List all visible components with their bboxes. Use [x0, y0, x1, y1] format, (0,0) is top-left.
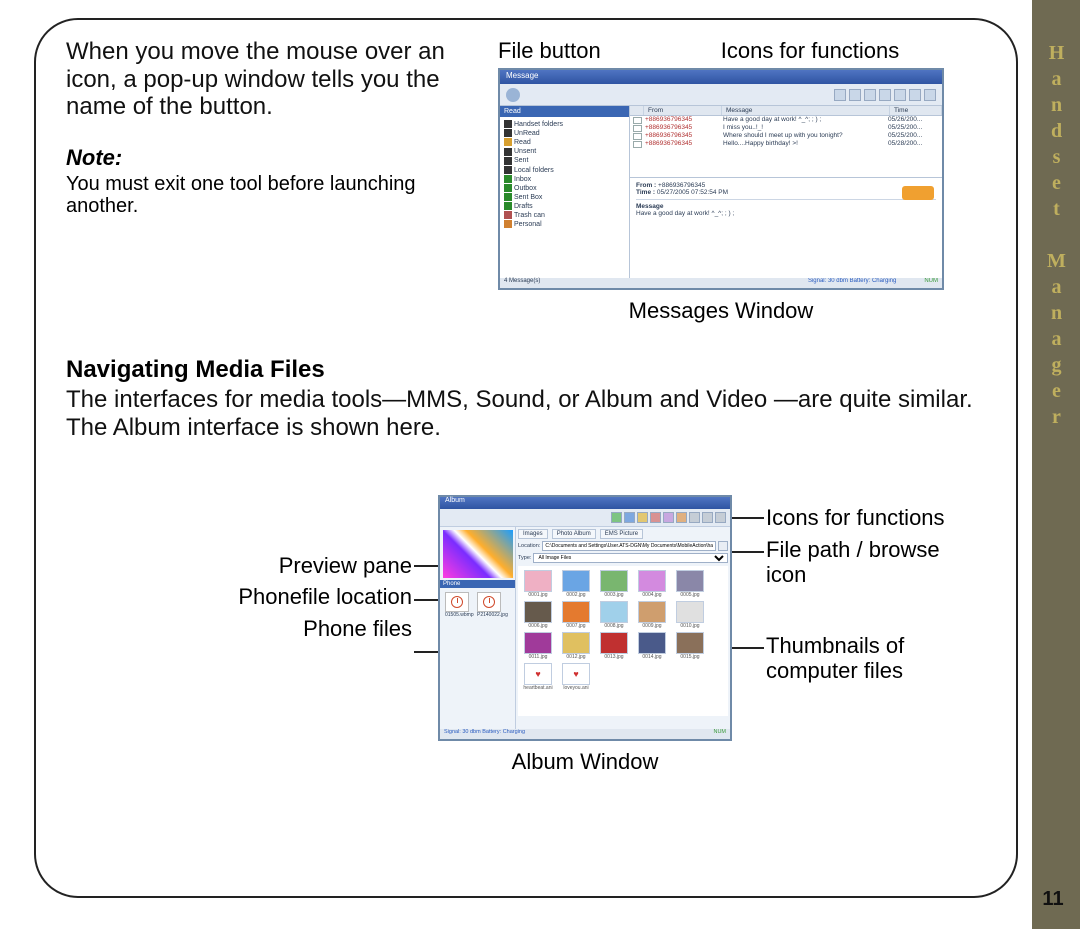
function-icon[interactable]	[879, 89, 891, 101]
msg-toolbar	[500, 84, 942, 106]
callout-file-button: File button	[498, 38, 601, 64]
reply-button[interactable]	[902, 186, 934, 200]
thumbnail[interactable]: 0014.jpg	[636, 632, 668, 660]
function-icon[interactable]	[924, 89, 936, 101]
msg-status-bar: 4 Message(s) Signal: 30 dbm Battery: Cha…	[500, 278, 942, 288]
tree-item[interactable]: Sent	[504, 156, 625, 165]
location-label: Location:	[518, 543, 540, 549]
file-button-icon[interactable]	[506, 88, 520, 102]
thumbnail[interactable]: 0002.jpg	[560, 570, 592, 598]
callout-phonefile-location: Phonefile location	[182, 584, 412, 609]
section-body: The interfaces for media tools—MMS, Soun…	[66, 386, 986, 441]
callout-icons-functions: Icons for functions	[721, 38, 900, 64]
type-label: Type:	[518, 555, 531, 561]
function-icon[interactable]	[894, 89, 906, 101]
side-title: Handset Manager	[1045, 42, 1068, 432]
function-icon[interactable]	[834, 89, 846, 101]
thumbnail[interactable]: 0008.jpg	[598, 601, 630, 629]
intro-text: When you move the mouse over an icon, a …	[66, 38, 476, 121]
note-heading: Note:	[66, 145, 476, 171]
callout-icons-functions-2: Icons for functions	[766, 505, 986, 530]
thumbnail[interactable]: 0010.jpg	[674, 601, 706, 629]
tab-images[interactable]: Images	[518, 529, 548, 539]
message-preview: From : +886936796345 Time : 05/27/2005 0…	[630, 178, 942, 278]
phone-file-thumb[interactable]: P2140022.jpg	[477, 592, 505, 618]
album-window: Album Phone 01505.wbmpP2140022.jpg	[438, 495, 732, 741]
type-select[interactable]: All Image Files	[533, 553, 728, 563]
tree-item[interactable]: Personal	[504, 220, 625, 229]
message-row[interactable]: +886936796345Have a good day at work! ^_…	[630, 116, 942, 124]
message-row[interactable]: +886936796345Where should I meet up with…	[630, 132, 942, 140]
thumbnail[interactable]: ♥loveyou.ani	[560, 663, 592, 691]
page-frame: When you move the mouse over an icon, a …	[34, 18, 1018, 898]
callout-thumbnails: Thumbnails of computer files	[766, 633, 986, 684]
tree-item[interactable]: Trash can	[504, 211, 625, 220]
thumbnail[interactable]: 0001.jpg	[522, 570, 554, 598]
thumbnail[interactable]: 0013.jpg	[598, 632, 630, 660]
message-list[interactable]: +886936796345Have a good day at work! ^_…	[630, 116, 942, 178]
callout-phone-files: Phone files	[182, 616, 412, 641]
tree-item[interactable]: Outbox	[504, 184, 625, 193]
function-icon[interactable]	[702, 512, 713, 523]
tree-item[interactable]: Local folders	[504, 166, 625, 175]
tree-item[interactable]: Unsent	[504, 147, 625, 156]
tab-ems-picture[interactable]: EMS Picture	[600, 529, 643, 539]
album-toolbar	[440, 509, 730, 527]
function-icon[interactable]	[637, 512, 648, 523]
album-area: Preview pane Phonefile location Phone fi…	[66, 477, 986, 797]
album-side-pane: Phone 01505.wbmpP2140022.jpg	[440, 527, 516, 729]
msg-titlebar: Message	[500, 70, 942, 84]
browse-icon[interactable]	[718, 541, 728, 551]
page-number: 11	[1032, 888, 1074, 911]
function-icon[interactable]	[663, 512, 674, 523]
tree-item[interactable]: Sent Box	[504, 193, 625, 202]
messages-window: Message Read Handset f	[498, 68, 944, 290]
tree-item[interactable]: Drafts	[504, 202, 625, 211]
function-icon[interactable]	[715, 512, 726, 523]
thumbnail[interactable]: 0012.jpg	[560, 632, 592, 660]
tree-item[interactable]: Read	[504, 138, 625, 147]
thumbnail[interactable]: ♥heartbeat.ani	[522, 663, 554, 691]
thumbnail[interactable]: 0005.jpg	[674, 570, 706, 598]
tree-item[interactable]: UnRead	[504, 129, 625, 138]
function-icon[interactable]	[849, 89, 861, 101]
thumbnail-grid[interactable]: 0001.jpg0002.jpg0003.jpg0004.jpg0005.jpg…	[518, 566, 728, 716]
function-icon[interactable]	[909, 89, 921, 101]
function-icon[interactable]	[650, 512, 661, 523]
album-caption: Album Window	[438, 749, 732, 775]
side-band: Handset Manager	[1032, 0, 1080, 929]
phone-file-thumb[interactable]: 01505.wbmp	[445, 592, 473, 618]
function-icon[interactable]	[676, 512, 687, 523]
messages-caption: Messages Window	[498, 298, 944, 324]
function-icon[interactable]	[624, 512, 635, 523]
list-columns: From Message Time	[630, 106, 942, 116]
function-icon[interactable]	[611, 512, 622, 523]
thumbnail[interactable]: 0003.jpg	[598, 570, 630, 598]
note-body: You must exit one tool before launching …	[66, 173, 476, 218]
preview-pane[interactable]	[443, 530, 513, 578]
function-icon[interactable]	[689, 512, 700, 523]
tab-photo-album[interactable]: Photo Album	[552, 529, 596, 539]
tree-header: Read	[500, 106, 629, 117]
callout-preview-pane: Preview pane	[182, 553, 412, 578]
message-row[interactable]: +886936796345Hello....Happy birthday! >!…	[630, 140, 942, 148]
thumbnail[interactable]: 0009.jpg	[636, 601, 668, 629]
thumbnail[interactable]: 0015.jpg	[674, 632, 706, 660]
thumbnail[interactable]: 0006.jpg	[522, 601, 554, 629]
section-heading: Navigating Media Files	[66, 356, 986, 384]
message-row[interactable]: +886936796345I miss you..!_!05/25/200...	[630, 124, 942, 132]
thumbnail[interactable]: 0004.jpg	[636, 570, 668, 598]
folder-tree[interactable]: Read Handset foldersUnReadReadUnsentSent…	[500, 106, 630, 278]
album-titlebar: Album	[440, 497, 730, 509]
tree-item[interactable]: Inbox	[504, 175, 625, 184]
function-icon[interactable]	[864, 89, 876, 101]
thumbnail[interactable]: 0011.jpg	[522, 632, 554, 660]
phone-header[interactable]: Phone	[440, 580, 515, 588]
thumbnail[interactable]: 0007.jpg	[560, 601, 592, 629]
callout-file-path: File path / browse icon	[766, 538, 986, 586]
album-status-bar: Signal: 30 dbm Battery: ChargingNUM	[440, 729, 730, 739]
tree-item[interactable]: Handset folders	[504, 120, 625, 129]
location-input[interactable]	[542, 541, 716, 551]
